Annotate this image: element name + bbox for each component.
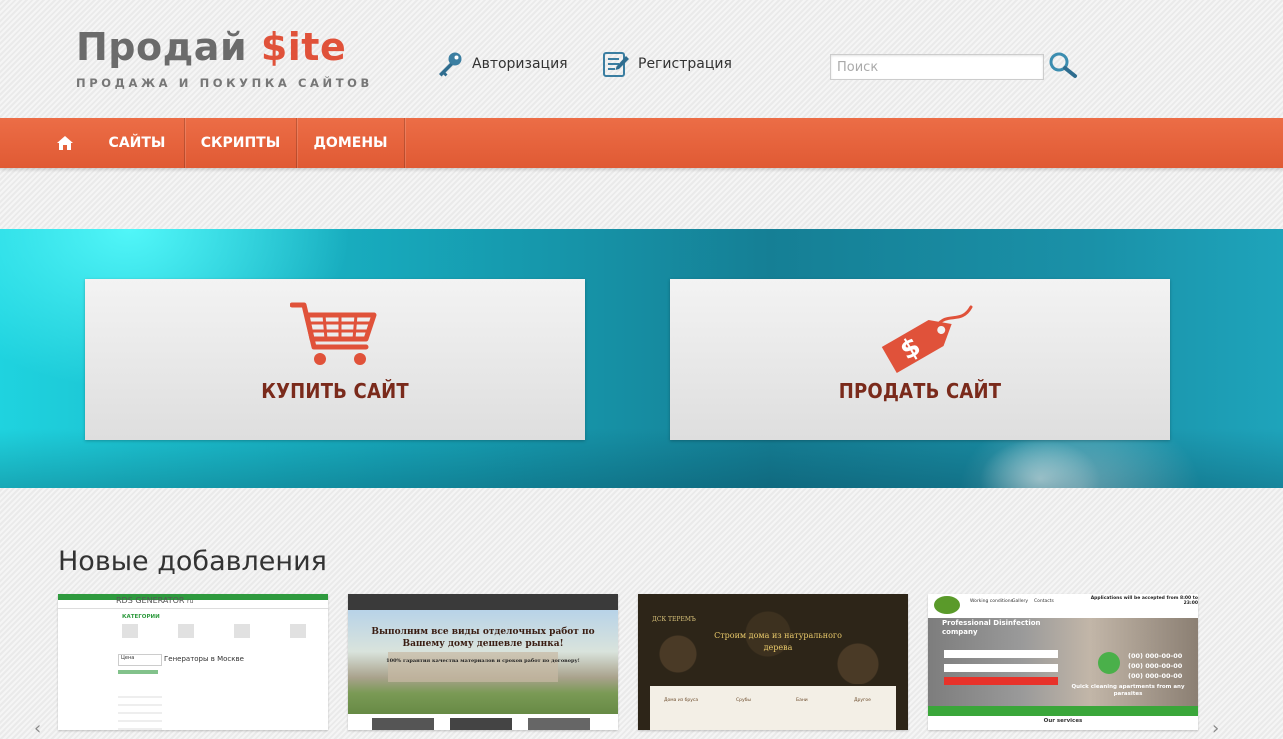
nav-item-scripts[interactable]: СКРИПТЫ <box>185 118 297 168</box>
thumb-price-label: Цена <box>118 654 162 666</box>
register-link[interactable]: Регистрация <box>602 50 732 78</box>
home-icon[interactable] <box>56 134 74 156</box>
thumb-divider <box>58 608 328 609</box>
logo-tagline: ПРОДАЖА И ПОКУПКА САЙТОВ <box>76 76 373 90</box>
thumb-image <box>372 718 434 730</box>
thumb-icon-label: Другое <box>854 698 871 703</box>
thumb-brand: RDS GENERATOR ru <box>116 596 193 605</box>
thumb-brand: ДСК ТЕРЕМЪ <box>652 616 696 623</box>
thumb-icon-panel <box>650 686 896 730</box>
thumb-phone-line: (00) 000-00-00 <box>1128 672 1183 680</box>
thumb-nav-item: Working conditions <box>970 599 1013 604</box>
main-nav: САЙТЫ СКРИПТЫ ДОМЕНЫ <box>0 118 1283 168</box>
thumb-image <box>528 718 590 730</box>
carousel-prev-icon[interactable]: ‹ <box>34 718 41 739</box>
logo-title: Продай $ite <box>76 24 373 70</box>
thumb-icon-label: Срубы <box>736 698 751 703</box>
thumb-tagline: Quick cleaning apartments from any paras… <box>1071 684 1185 697</box>
thumb-house-shape <box>388 652 558 682</box>
register-label: Регистрация <box>638 56 732 72</box>
thumb-subline: 100% гарантия качества материалов и срок… <box>386 658 580 664</box>
thumb-categories-label: КАТЕГОРИИ <box>122 614 160 620</box>
buy-site-button[interactable]: КУПИТЬ САЙТ <box>85 279 585 440</box>
logo-title-main: Продай <box>76 25 261 69</box>
hero-banner: КУПИТЬ САЙТ $ ПРОДАТЬ САЙТ <box>0 229 1283 488</box>
buy-site-label: КУПИТЬ САЙТ <box>261 379 409 403</box>
login-link[interactable]: Авторизация <box>436 50 568 78</box>
site-logo[interactable]: Продай $ite ПРОДАЖА И ПОКУПКА САЙТОВ <box>76 24 373 90</box>
login-label: Авторизация <box>472 56 568 72</box>
thumb-headline: Генераторы в Москве <box>164 655 244 663</box>
thumb-headline: Professional Disinfection company <box>942 619 1041 636</box>
thumb-filter-list <box>118 690 162 730</box>
thumb-brand-text: RDS GENERATOR <box>116 596 185 605</box>
thumb-topbar <box>348 594 618 610</box>
form-icon <box>602 50 630 78</box>
search-input[interactable] <box>830 54 1044 80</box>
thumb-phone: (00) 000-00-00 (00) 000-00-00 (00) 000-0… <box>1128 651 1182 681</box>
thumb-slider <box>118 670 158 674</box>
thumb-nav-item: Contacts <box>1034 599 1054 604</box>
shopping-cart-icon <box>289 299 380 373</box>
thumb-category-links <box>122 624 312 638</box>
thumb-icon-label: Бани <box>796 698 808 703</box>
sell-site-label: ПРОДАТЬ САЙТ <box>838 379 1002 403</box>
listing-thumbnail[interactable]: Выполним все виды отделочных работ по Ва… <box>348 594 618 730</box>
phone-icon <box>1098 652 1120 674</box>
thumb-green-bar <box>928 706 1198 716</box>
listing-thumbnail[interactable]: Working conditions Gallery Contacts Appl… <box>928 594 1198 730</box>
thumb-services: Our services <box>1043 718 1083 724</box>
carousel-next-icon[interactable]: › <box>1212 718 1219 739</box>
thumb-phone-line: (00) 000-00-00 <box>1128 652 1183 660</box>
site-header: Продай $ite ПРОДАЖА И ПОКУПКА САЙТОВ Авт… <box>0 0 1283 118</box>
thumb-phone-line: (00) 000-00-00 <box>1128 662 1183 670</box>
thumb-logo <box>934 596 960 614</box>
search-bar <box>830 51 1078 83</box>
thumb-nav-item: Gallery <box>1012 599 1029 604</box>
key-icon <box>436 50 464 78</box>
thumb-form-field <box>944 664 1058 672</box>
section-title: Новые добавления <box>58 546 327 577</box>
thumb-headline: Строим дома из натурального дерева <box>714 631 842 652</box>
listing-thumbnail[interactable]: ДСК ТЕРЕМЪ Строим дома из натурального д… <box>638 594 908 730</box>
thumb-headline: Выполним все виды отделочных работ по Ва… <box>371 627 595 649</box>
thumb-form-button <box>944 677 1058 685</box>
thumb-notice: Applications will be accepted from 8:00 … <box>1090 596 1198 606</box>
nav-item-domains[interactable]: ДОМЕНЫ <box>297 118 405 168</box>
thumb-icon-label: Дома из бруса <box>664 698 699 703</box>
search-icon[interactable] <box>1048 51 1078 83</box>
logo-title-accent: $ite <box>260 25 347 69</box>
listing-thumbnail[interactable]: RDS GENERATOR ru КАТЕГОРИИ Цена Генерато… <box>58 594 328 730</box>
thumb-form-field <box>944 650 1058 658</box>
thumb-image <box>450 718 512 730</box>
nav-item-sites[interactable]: САЙТЫ <box>90 118 185 168</box>
sell-site-button[interactable]: $ ПРОДАТЬ САЙТ <box>670 279 1170 440</box>
price-tag-icon: $ <box>865 299 975 381</box>
thumb-brand-suffix: ru <box>187 598 194 605</box>
